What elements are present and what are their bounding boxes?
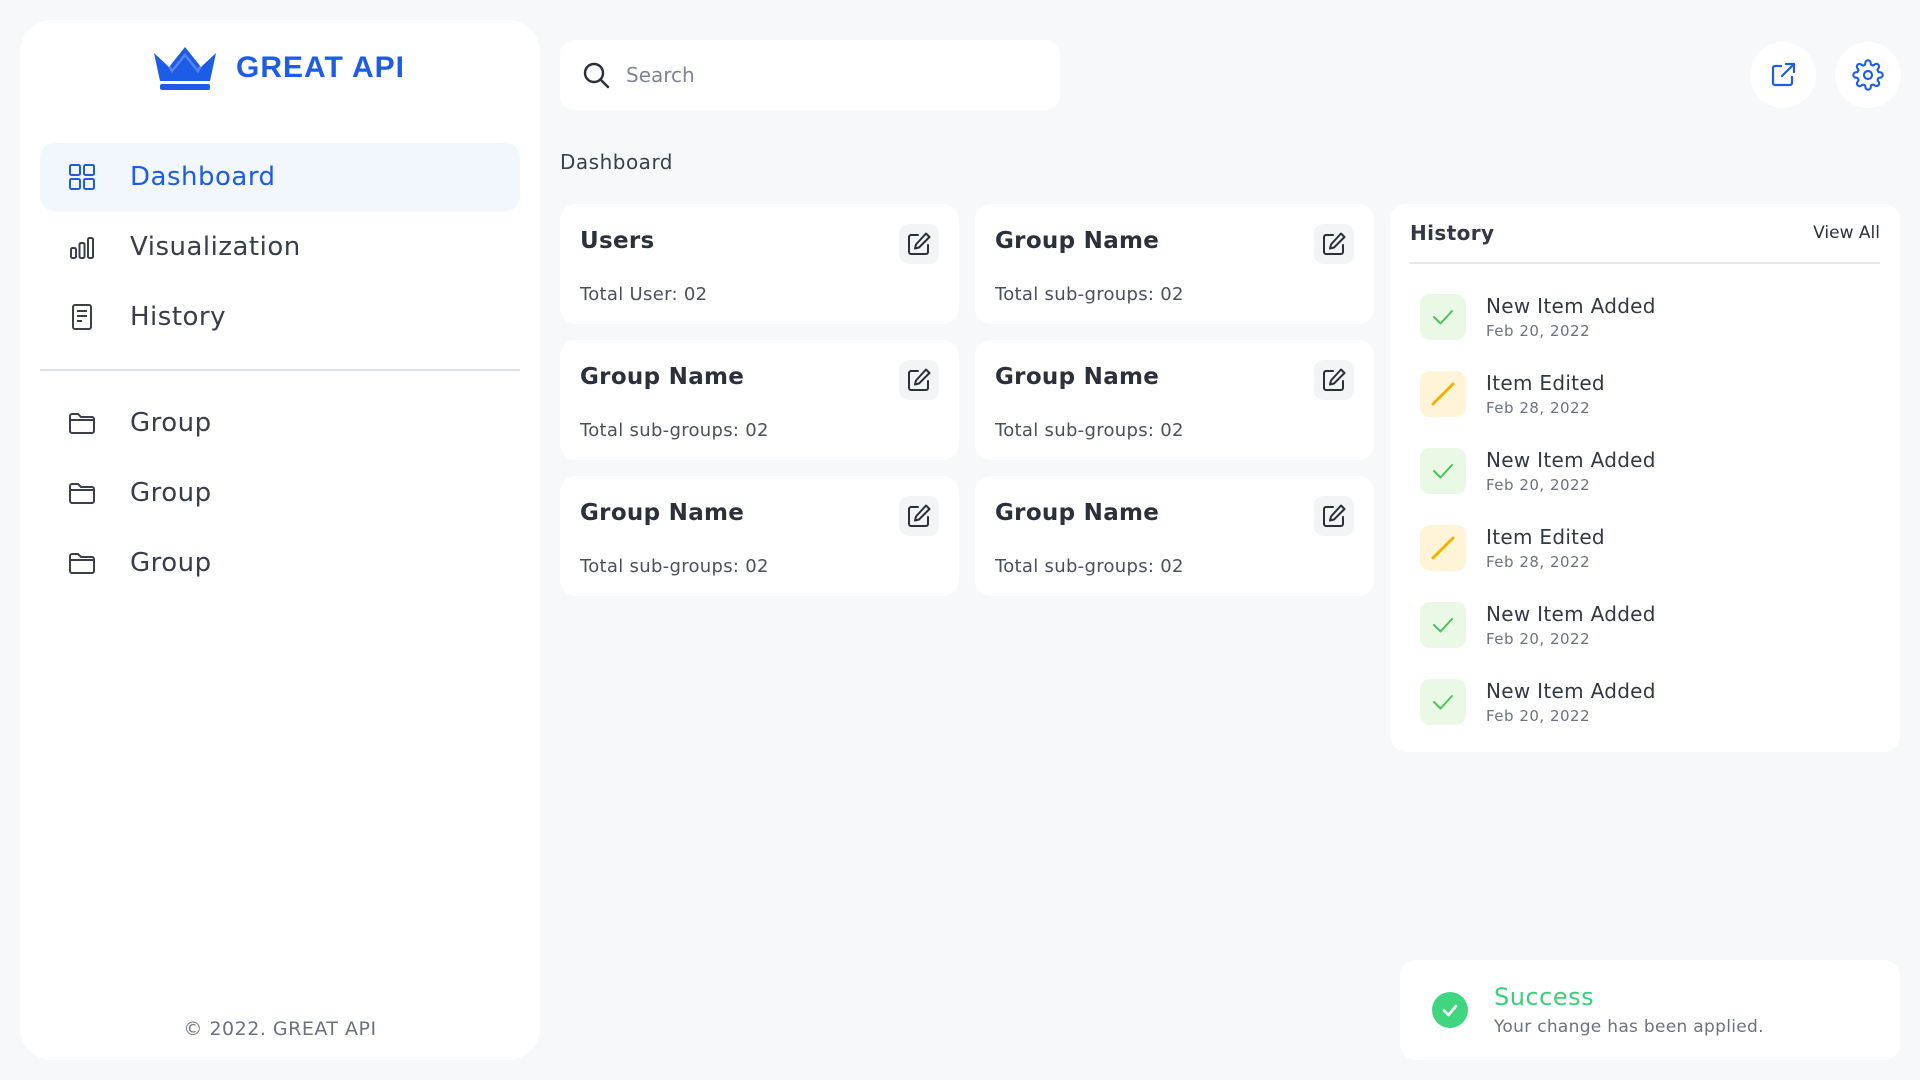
pencil-icon (1420, 524, 1466, 571)
history-item-date: Feb 20, 2022 (1486, 321, 1591, 340)
external-link-button[interactable] (1750, 42, 1816, 108)
sidebar-item-label: Group (130, 408, 212, 438)
history-item[interactable]: Item Edited Feb 28, 2022 (1410, 509, 1880, 586)
sidebar-nav: Dashboard Visualization History Group Gr… (40, 143, 520, 599)
toast-message: Your change has been applied. (1494, 1017, 1764, 1037)
card-group[interactable]: Group Name Total sub-groups: 02 (975, 204, 1374, 324)
card-group[interactable]: Group Name Total sub-groups: 02 (560, 476, 959, 596)
gear-icon (1852, 59, 1884, 91)
history-item-date: Feb 28, 2022 (1486, 552, 1591, 571)
edit-button[interactable] (899, 224, 939, 264)
success-toast[interactable]: Success Your change has been applied. (1400, 960, 1900, 1060)
history-header: History View All (1410, 204, 1880, 264)
sidebar-item-label: History (130, 302, 226, 332)
sidebar-item-label: Visualization (130, 232, 301, 262)
card-subtitle: Total sub-groups: 02 (995, 556, 1184, 577)
group-cards: Users Total User: 02 Group Name Total su… (560, 204, 1375, 596)
view-all-link[interactable]: View All (1813, 223, 1880, 243)
check-icon (1420, 678, 1466, 725)
sidebar-item-label: Dashboard (130, 162, 276, 192)
card-group[interactable]: Group Name Total sub-groups: 02 (975, 340, 1374, 460)
sidebar-item-label: Group (130, 548, 212, 578)
card-users[interactable]: Users Total User: 02 (560, 204, 959, 324)
edit-button[interactable] (899, 360, 939, 400)
folder-icon (68, 409, 96, 437)
card-title: Group Name (995, 364, 1160, 390)
brand-name: GREAT API (236, 51, 406, 84)
history-item-title: New Item Added (1486, 678, 1656, 703)
sidebar-item-group[interactable]: Group (40, 389, 520, 457)
history-item[interactable]: Item Edited Feb 28, 2022 (1410, 355, 1880, 432)
card-group[interactable]: Group Name Total sub-groups: 02 (975, 476, 1374, 596)
folder-icon (68, 479, 96, 507)
folder-icon (68, 549, 96, 577)
grid-icon (68, 163, 96, 191)
bar-chart-icon (68, 233, 96, 261)
sidebar-item-dashboard[interactable]: Dashboard (40, 143, 520, 211)
check-icon (1420, 293, 1466, 340)
sidebar-item-label: Group (130, 478, 212, 508)
search-input[interactable] (626, 63, 1026, 87)
card-subtitle: Total sub-groups: 02 (995, 420, 1184, 441)
crown-icon (150, 45, 220, 91)
sidebar-item-group[interactable]: Group (40, 529, 520, 597)
card-subtitle: Total User: 02 (580, 284, 708, 305)
history-item-date: Feb 20, 2022 (1486, 706, 1591, 725)
history-item-title: Item Edited (1486, 524, 1605, 549)
history-item[interactable]: New Item Added Feb 20, 2022 (1410, 278, 1880, 355)
history-panel: History View All New Item Added Feb 20, … (1390, 204, 1900, 752)
edit-button[interactable] (1314, 224, 1354, 264)
history-list: New Item Added Feb 20, 2022 Item Edited … (1410, 278, 1880, 740)
toast-title: Success (1494, 983, 1595, 1011)
card-subtitle: Total sub-groups: 02 (995, 284, 1184, 305)
logo[interactable]: GREAT API (150, 38, 405, 98)
card-title: Group Name (580, 364, 745, 390)
edit-icon (906, 503, 932, 529)
sidebar: GREAT API Dashboard Visualization Histor… (20, 20, 540, 1060)
edit-icon (906, 367, 932, 393)
check-icon (1420, 601, 1466, 648)
card-title: Group Name (580, 500, 745, 526)
edit-icon (906, 231, 932, 257)
history-item-title: Item Edited (1486, 370, 1605, 395)
edit-button[interactable] (1314, 360, 1354, 400)
edit-button[interactable] (1314, 496, 1354, 536)
history-item-date: Feb 20, 2022 (1486, 629, 1591, 648)
card-title: Group Name (995, 228, 1160, 254)
history-item-title: New Item Added (1486, 447, 1656, 472)
search-icon (582, 61, 610, 89)
card-subtitle: Total sub-groups: 02 (580, 556, 769, 577)
card-group[interactable]: Group Name Total sub-groups: 02 (560, 340, 959, 460)
history-item[interactable]: New Item Added Feb 20, 2022 (1410, 432, 1880, 509)
edit-button[interactable] (899, 496, 939, 536)
external-link-icon (1768, 60, 1798, 90)
sidebar-divider (40, 369, 520, 371)
search-bar[interactable] (560, 40, 1060, 110)
sidebar-item-history[interactable]: History (40, 283, 520, 351)
history-title: History (1410, 221, 1495, 245)
sidebar-item-visualization[interactable]: Visualization (40, 213, 520, 281)
document-icon (68, 303, 96, 331)
edit-icon (1321, 503, 1347, 529)
history-item-title: New Item Added (1486, 293, 1656, 318)
pencil-icon (1420, 370, 1466, 417)
card-title: Group Name (995, 500, 1160, 526)
history-item-date: Feb 28, 2022 (1486, 398, 1591, 417)
card-title: Users (580, 228, 655, 254)
card-subtitle: Total sub-groups: 02 (580, 420, 769, 441)
success-check-icon (1432, 992, 1468, 1028)
edit-icon (1321, 367, 1347, 393)
edit-icon (1321, 231, 1347, 257)
history-item[interactable]: New Item Added Feb 20, 2022 (1410, 586, 1880, 663)
copyright: © 2022. GREAT API (183, 1018, 377, 1040)
check-icon (1420, 447, 1466, 494)
settings-button[interactable] (1835, 42, 1901, 108)
page-title: Dashboard (560, 150, 674, 174)
history-item-date: Feb 20, 2022 (1486, 475, 1591, 494)
history-item-title: New Item Added (1486, 601, 1656, 626)
sidebar-item-group[interactable]: Group (40, 459, 520, 527)
history-item[interactable]: New Item Added Feb 20, 2022 (1410, 663, 1880, 740)
